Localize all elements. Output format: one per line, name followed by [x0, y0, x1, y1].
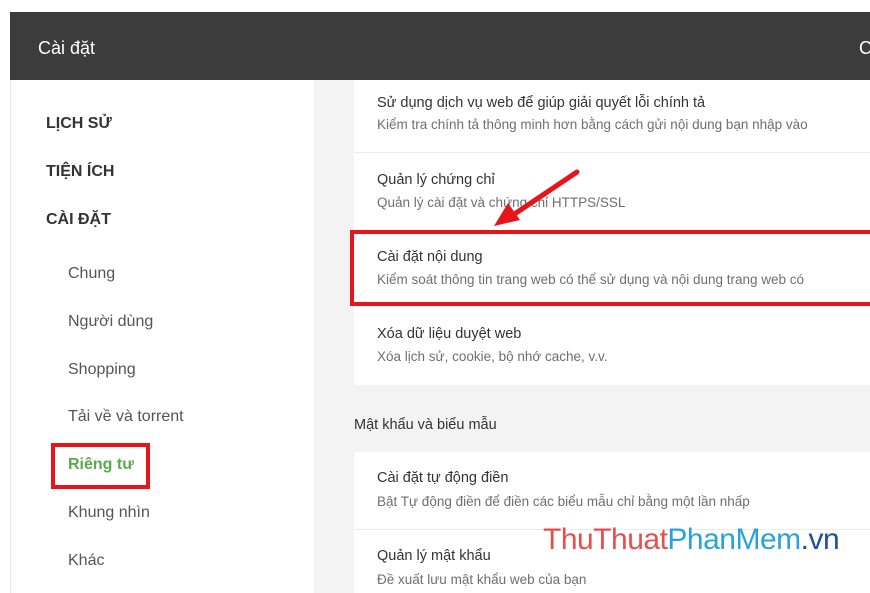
row-description: Kiểm tra chính tả thông minh hơn bằng cá…	[377, 117, 808, 132]
sidebar-item-users[interactable]: Người dùng	[68, 313, 153, 331]
watermark: ThuThuatPhanMem.vn	[543, 523, 840, 557]
manage-certificates-row[interactable]: Quản lý chứng chỉ Quản lý cài đặt và chứ…	[354, 153, 870, 230]
passwords-forms-heading: Mật khẩu và biểu mẫu	[354, 417, 497, 433]
row-title: Quản lý mật khẩu	[377, 548, 491, 564]
row-title: Quản lý chứng chỉ	[377, 172, 495, 188]
window-title: Cài đặt	[38, 38, 96, 58]
sidebar-item-downloads[interactable]: Tải về và torrent	[68, 408, 184, 426]
row-description: Đề xuất lưu mật khẩu web của bạn	[377, 572, 587, 587]
sidebar-item-appearance[interactable]: Khung nhìn	[68, 504, 150, 522]
sidebar-section-settings[interactable]: CÀI ĐẶT	[46, 211, 111, 229]
title-bar-edge-glyph: C	[859, 38, 870, 58]
sidebar-section-extensions[interactable]: TIỆN ÍCH	[46, 163, 114, 181]
row-description: Xóa lịch sử, cookie, bộ nhớ cache, v.v.	[377, 349, 608, 364]
privacy-item-highlight-box	[51, 443, 150, 489]
row-title: Cài đặt tự động điền	[377, 470, 509, 486]
sidebar-item-general[interactable]: Chung	[68, 265, 115, 283]
spellcheck-service-row[interactable]: Sử dụng dịch vụ web để giúp giải quyết l…	[354, 80, 870, 152]
settings-content: Sử dụng dịch vụ web để giúp giải quyết l…	[314, 80, 870, 593]
title-bar: Cài đặt C	[10, 12, 870, 80]
watermark-part-1: ThuThuat	[543, 523, 668, 556]
autofill-settings-row[interactable]: Cài đặt tự động điền Bật Tự động điền để…	[354, 452, 870, 529]
row-description: Quản lý cài đặt và chứng chỉ HTTPS/SSL	[377, 195, 626, 210]
watermark-part-2: PhanMem	[667, 523, 801, 556]
sidebar-section-history[interactable]: LỊCH SỬ	[46, 115, 112, 133]
sidebar: LỊCH SỬ TIỆN ÍCH CÀI ĐẶT Chung Người dùn…	[10, 80, 315, 593]
row-title: Xóa dữ liệu duyệt web	[377, 326, 522, 342]
watermark-part-3: .vn	[800, 523, 840, 556]
content-settings-highlight-box	[350, 230, 870, 306]
sidebar-item-shopping[interactable]: Shopping	[68, 361, 136, 379]
row-description: Bật Tự động điền để điền các biểu mẫu ch…	[377, 494, 750, 509]
clear-browsing-data-row[interactable]: Xóa dữ liệu duyệt web Xóa lịch sử, cooki…	[354, 307, 870, 385]
sidebar-item-other[interactable]: Khác	[68, 552, 104, 570]
row-title: Sử dụng dịch vụ web để giúp giải quyết l…	[377, 95, 706, 111]
